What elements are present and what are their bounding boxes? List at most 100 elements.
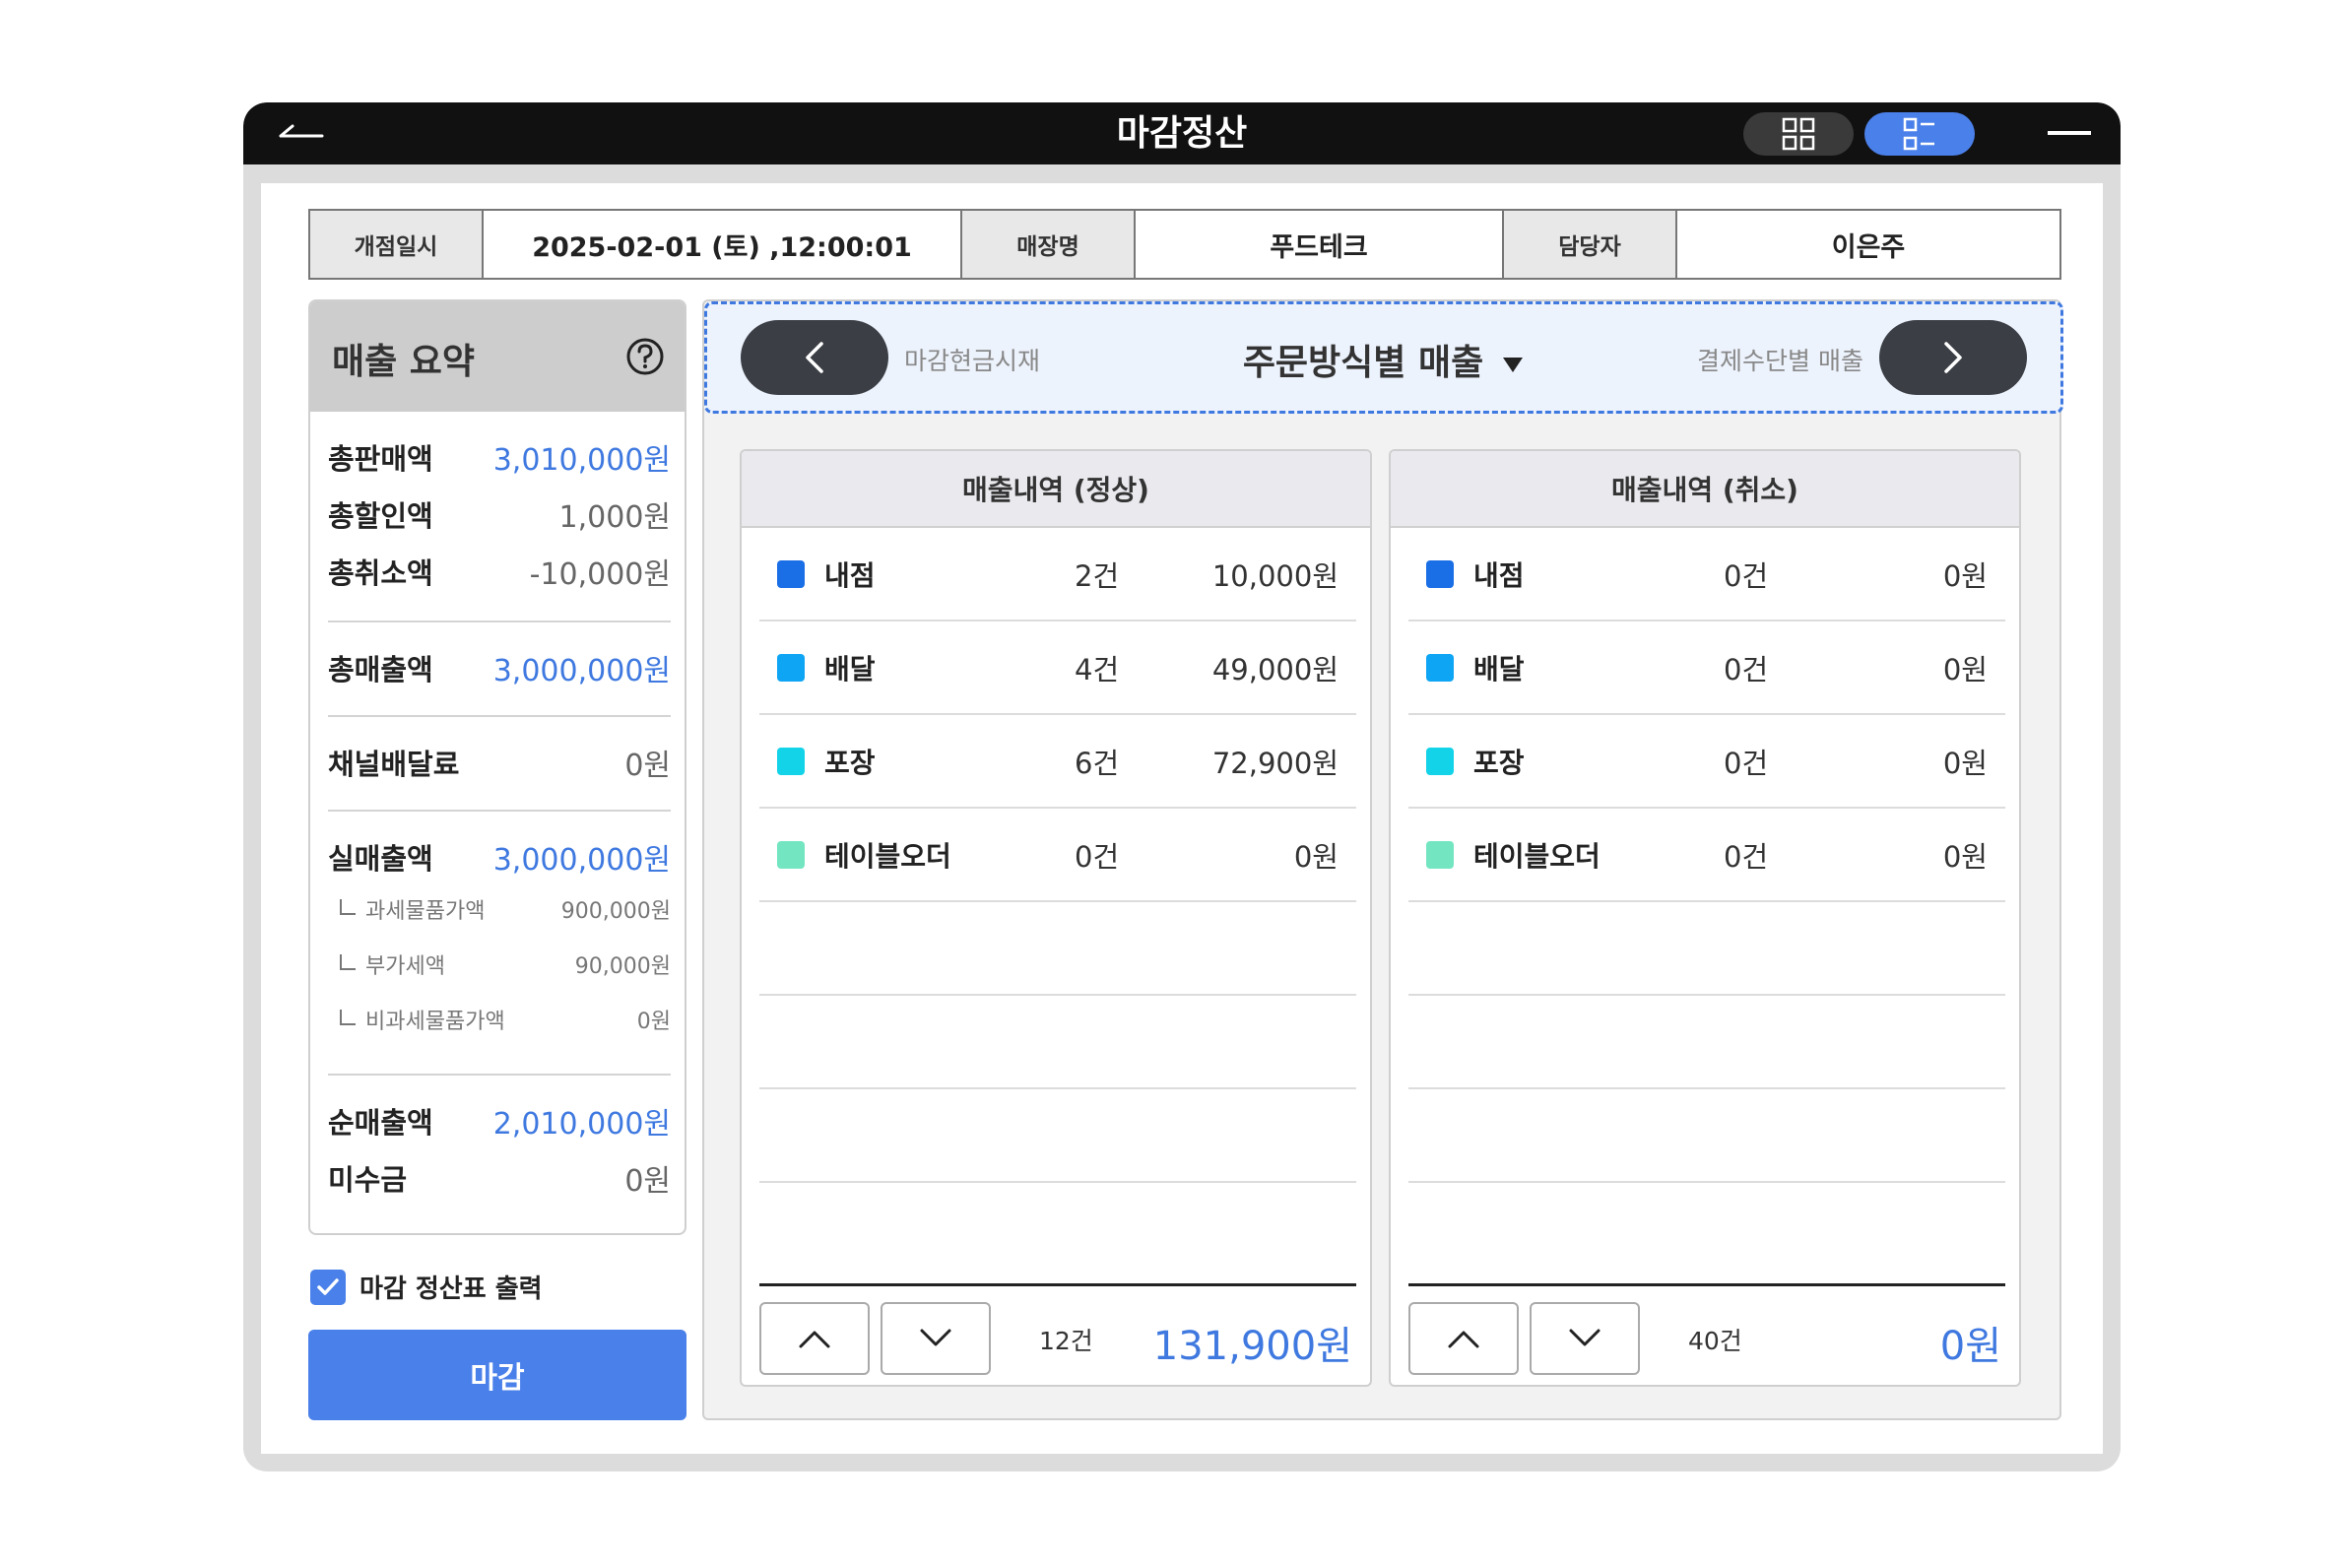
order-amount: 0원 (1942, 839, 1988, 874)
channel-fee-label: 채널배달료 (328, 748, 460, 781)
current-report-title: 주문방식별 매출 (1242, 343, 1484, 383)
summary-row-total-cancel: 총취소액 -10,000원 (328, 552, 671, 592)
order-count: 0건 (1724, 652, 1769, 686)
order-amount: 10,000원 (1211, 558, 1339, 593)
gross-label: 총매출액 (328, 653, 433, 686)
receivable-label: 미수금 (328, 1163, 408, 1197)
chevron-down-icon (920, 1329, 951, 1346)
total-sales-value: 3,010,000원 (492, 443, 671, 478)
print-settlement-option[interactable]: 마감 정산표 출력 (310, 1269, 543, 1305)
summary-header: 매출 요약 (310, 301, 685, 412)
list-item[interactable]: 테이블오더 0건 0원 (1408, 809, 2005, 902)
order-type-name: 테이블오더 (1473, 839, 1601, 873)
order-amount: 0원 (1942, 746, 1988, 780)
minimize-icon[interactable] (2048, 131, 2091, 135)
dine-in-color-swatch (777, 559, 805, 588)
empty-list-row (1408, 1089, 2005, 1183)
total-sales-label: 총판매액 (328, 442, 433, 476)
takeout-color-swatch (1426, 747, 1454, 775)
summary-title: 매출 요약 (332, 342, 476, 382)
total-divider (1408, 1283, 2005, 1286)
grid-view-icon (1782, 117, 1815, 151)
nontaxable-value: 0원 (636, 1010, 671, 1034)
cancel-sales-card: 매출내역 (취소) 내점 0건 0원 배달 0건 0원 포장 0건 0원 테이블… (1389, 449, 2021, 1387)
takeout-color-swatch (777, 747, 805, 775)
order-count: 0건 (1075, 839, 1120, 874)
sales-detail-area: 마감현금시재 주문방식별 매출 결제수단별 매출 매출내역 (정상) 내점 2건… (702, 299, 2063, 1420)
total-amount: 0원 (1939, 1324, 2001, 1369)
list-item[interactable]: 내점 2건 10,000원 (759, 528, 1356, 621)
actual-sales-label: 실매출액 (328, 842, 433, 876)
total-cancel-label: 총취소액 (328, 556, 433, 590)
back-arrow-icon[interactable] (277, 114, 326, 154)
list-item[interactable]: 배달 0건 0원 (1408, 621, 2005, 715)
list-view-button[interactable] (1864, 112, 1975, 156)
delivery-color-swatch (1426, 653, 1454, 682)
list-item[interactable]: 배달 4건 49,000원 (759, 621, 1356, 715)
order-amount: 49,000원 (1211, 652, 1339, 686)
order-type-name: 배달 (1473, 652, 1525, 686)
summary-row-net: 순매출액 2,010,000원 (328, 1101, 671, 1142)
taxable-value: 900,000원 (560, 899, 671, 924)
total-cancel-value: -10,000원 (529, 557, 671, 592)
scroll-down-button[interactable] (881, 1302, 991, 1375)
order-type-name: 테이블오더 (824, 839, 951, 873)
dropdown-triangle-icon (1503, 358, 1524, 372)
open-time-label: 개점일시 (310, 211, 484, 278)
summary-row-channel-fee: 채널배달료 0원 (328, 743, 671, 783)
divider (328, 1074, 671, 1076)
summary-row-total-discount: 총할인액 1,000원 (328, 494, 671, 535)
order-type-name: 포장 (824, 746, 876, 779)
scroll-up-button[interactable] (759, 1302, 870, 1375)
taxable-label: 과세물품가액 (365, 899, 486, 924)
summary-sub-nontaxable: 비과세물품가액 0원 (340, 1005, 671, 1034)
summary-row-actual: 실매출액 3,000,000원 (328, 837, 671, 878)
order-count: 0건 (1724, 558, 1769, 593)
order-count: 6건 (1075, 746, 1120, 780)
store-value: 푸드테크 (1136, 211, 1504, 278)
close-settlement-button[interactable]: 마감 (308, 1330, 686, 1420)
empty-list-row (1408, 996, 2005, 1089)
net-sales-value: 2,010,000원 (492, 1107, 671, 1142)
sales-summary-panel: 매출 요약 총판매액 3,010,000원 총할인액 1,000원 총취소액 -… (308, 299, 686, 1235)
next-report-label[interactable]: 결제수단별 매출 (1697, 342, 1863, 377)
normal-sales-card: 매출내역 (정상) 내점 2건 10,000원 배달 4건 49,000원 포장… (740, 449, 1372, 1387)
chevron-up-icon (799, 1331, 830, 1348)
list-item[interactable]: 내점 0건 0원 (1408, 528, 2005, 621)
next-report-button[interactable] (1879, 320, 2027, 395)
order-count: 2건 (1075, 558, 1120, 593)
dine-in-color-swatch (1426, 559, 1454, 588)
sub-item-corner-icon (340, 899, 356, 915)
table-order-color-swatch (1426, 840, 1454, 869)
help-icon[interactable] (625, 337, 665, 376)
chevron-down-icon (1569, 1329, 1601, 1346)
device-frame: 마감정산 개점일시 2025-02-01 (토) ,12:00:01 매장명 푸… (243, 102, 2121, 1471)
print-checkbox[interactable] (310, 1269, 346, 1305)
manager-label: 담당자 (1504, 211, 1677, 278)
list-item[interactable]: 포장 6건 72,900원 (759, 715, 1356, 809)
total-amount: 131,900원 (1152, 1324, 1352, 1369)
sub-item-corner-icon (340, 954, 356, 970)
summary-row-gross: 총매출액 3,000,000원 (328, 648, 671, 688)
summary-row-total-sales: 총판매액 3,010,000원 (328, 437, 671, 478)
channel-fee-value: 0원 (624, 749, 671, 783)
manager-value: 이은주 (1677, 211, 2059, 278)
gross-value: 3,000,000원 (492, 654, 671, 688)
open-time-value: 2025-02-01 (토) ,12:00:01 (484, 211, 962, 278)
list-item[interactable]: 포장 0건 0원 (1408, 715, 2005, 809)
total-count: 40건 (1688, 1327, 1742, 1355)
empty-list-row (1408, 902, 2005, 996)
report-navigator: 마감현금시재 주문방식별 매출 결제수단별 매출 (704, 301, 2063, 414)
grid-view-button[interactable] (1743, 112, 1854, 156)
order-type-name: 내점 (824, 558, 876, 592)
list-view-icon (1903, 117, 1934, 151)
scroll-up-button[interactable] (1408, 1302, 1519, 1375)
order-type-name: 배달 (824, 652, 876, 686)
chevron-up-icon (1448, 1331, 1479, 1348)
order-type-name: 포장 (1473, 746, 1525, 779)
scroll-down-button[interactable] (1530, 1302, 1640, 1375)
order-count: 0건 (1724, 839, 1769, 874)
list-item[interactable]: 테이블오더 0건 0원 (759, 809, 1356, 902)
delivery-color-swatch (777, 653, 805, 682)
empty-list-row (759, 996, 1356, 1089)
